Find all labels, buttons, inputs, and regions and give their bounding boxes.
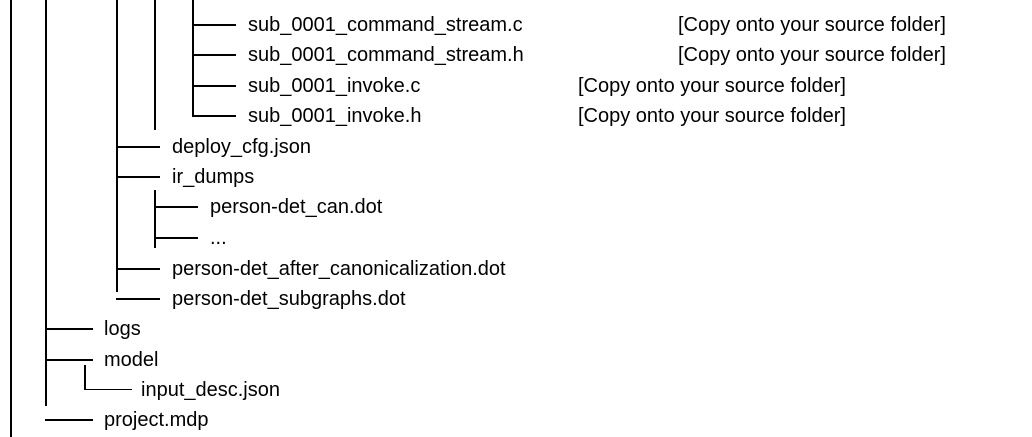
- ellipsis-entry: ...: [210, 227, 227, 249]
- branch-invoke-c: [192, 85, 236, 87]
- branch-project: [45, 419, 93, 421]
- tree-guide-level-3b: [192, 0, 194, 116]
- tree-guide-level-0: [10, 0, 12, 437]
- file-deploy-cfg: deploy_cfg.json: [172, 136, 311, 158]
- file-project: project.mdp: [104, 409, 209, 431]
- branch-ir-dumps: [116, 176, 160, 178]
- directory-tree: sub_0001_command_stream.c [Copy onto you…: [0, 0, 1032, 437]
- file-input-desc: input_desc.json: [141, 379, 280, 401]
- branch-cmd-stream-c: [192, 24, 236, 26]
- note-cmd-stream-h: [Copy onto your source folder]: [678, 44, 946, 66]
- tree-guide-level-3a: [154, 0, 156, 130]
- note-cmd-stream-c: [Copy onto your source folder]: [678, 14, 946, 36]
- file-cmd-stream-h: sub_0001_command_stream.h: [248, 44, 524, 66]
- file-after-canon: person-det_after_canonicalization.dot: [172, 258, 506, 280]
- folder-model: model: [104, 349, 159, 371]
- branch-deploy-cfg: [116, 146, 160, 148]
- file-invoke-h: sub_0001_invoke.h: [248, 105, 422, 127]
- note-invoke-h: [Copy onto your source folder]: [578, 105, 846, 127]
- branch-cmd-stream-h: [192, 54, 236, 56]
- folder-logs: logs: [104, 318, 141, 340]
- branch-model: [45, 359, 93, 361]
- branch-can-dot: [154, 206, 198, 208]
- branch-invoke-h: [192, 115, 236, 117]
- note-invoke-c: [Copy onto your source folder]: [578, 75, 846, 97]
- branch-input-desc: [84, 389, 132, 390]
- file-subgraphs: person-det_subgraphs.dot: [172, 288, 406, 310]
- file-invoke-c: sub_0001_invoke.c: [248, 75, 421, 97]
- folder-ir-dumps: ir_dumps: [172, 166, 255, 188]
- file-can-dot: person-det_can.dot: [210, 196, 383, 218]
- branch-ellipsis: [154, 237, 198, 239]
- file-cmd-stream-c: sub_0001_command_stream.c: [248, 14, 523, 36]
- branch-after-canon: [116, 268, 160, 270]
- branch-logs: [45, 328, 93, 330]
- branch-subgraphs: [116, 298, 160, 300]
- tree-guide-level-1: [45, 0, 47, 406]
- tree-guide-model: [84, 365, 86, 389]
- tree-guide-ir-dumps: [154, 190, 156, 248]
